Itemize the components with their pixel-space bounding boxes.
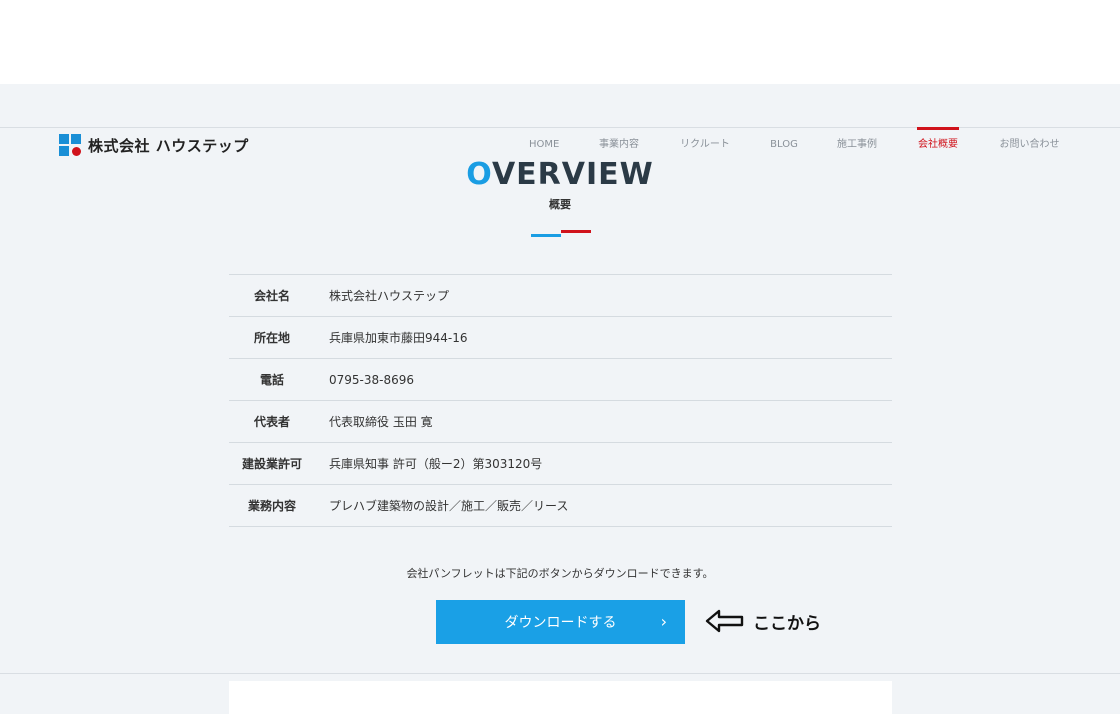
info-row-company-name: 会社名 株式会社ハウステップ (229, 274, 892, 316)
info-value: 兵庫県加東市藤田944-16 (329, 331, 468, 345)
info-value: 代表取締役 玉田 寛 (329, 415, 433, 429)
info-value: 兵庫県知事 許可（般ー2）第303120号 (329, 457, 543, 471)
nav-item-blog[interactable]: BLOG (770, 127, 798, 161)
site-logo[interactable]: 株式会社 ハウステップ (59, 134, 249, 156)
company-info-table: 会社名 株式会社ハウステップ 所在地 兵庫県加東市藤田944-16 電話 079… (229, 274, 892, 527)
info-label: 所在地 (253, 331, 290, 345)
logo-mark-icon (59, 134, 81, 156)
info-label: 業務内容 (247, 499, 296, 513)
annotation-text: ここから (753, 613, 821, 634)
overview-title-first-letter: O (466, 157, 492, 192)
nav-item-home[interactable]: HOME (529, 127, 559, 161)
annotation-callout: ここから (705, 608, 821, 634)
left-arrow-icon (705, 609, 744, 633)
info-row-address: 所在地 兵庫県加東市藤田944-16 (229, 316, 892, 358)
info-label: 代表者 (253, 415, 290, 429)
info-value: 株式会社ハウステップ (329, 289, 450, 303)
info-label: 建設業許可 (241, 457, 302, 471)
info-value: プレハブ建築物の設計／施工／販売／リース (329, 499, 569, 513)
info-row-license: 建設業許可 兵庫県知事 許可（般ー2）第303120号 (229, 442, 892, 484)
info-row-business: 業務内容 プレハブ建築物の設計／施工／販売／リース (229, 484, 892, 527)
overview-subtitle: 概要 (549, 198, 571, 211)
nav-item-company[interactable]: 会社概要 (917, 127, 959, 161)
download-note: 会社パンフレットは下記のボタンからダウンロードできます。 (406, 567, 714, 580)
info-label: 電話 (259, 373, 284, 387)
nav-item-recruit[interactable]: リクルート (679, 127, 731, 161)
download-button[interactable]: ダウンロードする › (436, 600, 685, 644)
next-section-card (229, 681, 892, 714)
nav-item-works[interactable]: 施工事例 (836, 127, 878, 161)
overview-title-rest: VERVIEW (491, 157, 654, 192)
info-value: 0795-38-8696 (329, 372, 415, 387)
info-label: 会社名 (253, 289, 290, 303)
section-divider (0, 673, 1120, 674)
overview-title: OVERVIEW (0, 157, 1120, 192)
logo-text: 株式会社 ハウステップ (88, 136, 249, 155)
nav-item-contact[interactable]: お問い合わせ (998, 127, 1061, 161)
top-blank-area (0, 0, 1120, 84)
download-button-label: ダウンロードする (504, 615, 617, 631)
chevron-right-icon: › (660, 612, 667, 631)
nav-item-business[interactable]: 事業内容 (598, 127, 640, 161)
info-row-phone: 電話 0795-38-8696 (229, 358, 892, 400)
title-accent-bars (531, 230, 591, 238)
info-row-representative: 代表者 代表取締役 玉田 寛 (229, 400, 892, 442)
